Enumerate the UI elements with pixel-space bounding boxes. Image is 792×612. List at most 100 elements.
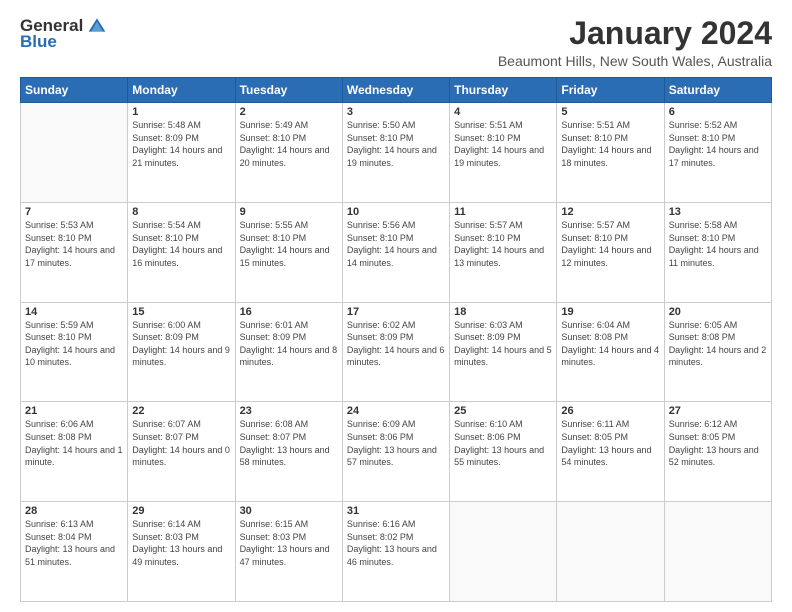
day-info: Sunrise: 5:56 AM Sunset: 8:10 PM Dayligh… <box>347 219 445 269</box>
calendar-cell: 17Sunrise: 6:02 AM Sunset: 8:09 PM Dayli… <box>342 302 449 402</box>
day-number: 8 <box>132 206 230 218</box>
day-header-tuesday: Tuesday <box>235 78 342 103</box>
calendar-cell: 12Sunrise: 5:57 AM Sunset: 8:10 PM Dayli… <box>557 202 664 302</box>
day-number: 7 <box>25 206 123 218</box>
day-number: 30 <box>240 505 338 517</box>
logo-icon <box>87 15 107 35</box>
day-number: 25 <box>454 405 552 417</box>
day-number: 17 <box>347 306 445 318</box>
calendar-cell <box>21 103 128 203</box>
day-number: 11 <box>454 206 552 218</box>
day-number: 18 <box>454 306 552 318</box>
calendar-cell: 15Sunrise: 6:00 AM Sunset: 8:09 PM Dayli… <box>128 302 235 402</box>
day-info: Sunrise: 5:59 AM Sunset: 8:10 PM Dayligh… <box>25 319 123 369</box>
day-number: 16 <box>240 306 338 318</box>
calendar-cell: 2Sunrise: 5:49 AM Sunset: 8:10 PM Daylig… <box>235 103 342 203</box>
calendar-cell: 23Sunrise: 6:08 AM Sunset: 8:07 PM Dayli… <box>235 402 342 502</box>
calendar-cell: 3Sunrise: 5:50 AM Sunset: 8:10 PM Daylig… <box>342 103 449 203</box>
week-row-1: 1Sunrise: 5:48 AM Sunset: 8:09 PM Daylig… <box>21 103 772 203</box>
day-number: 10 <box>347 206 445 218</box>
calendar-cell: 14Sunrise: 5:59 AM Sunset: 8:10 PM Dayli… <box>21 302 128 402</box>
day-number: 20 <box>669 306 767 318</box>
day-info: Sunrise: 6:09 AM Sunset: 8:06 PM Dayligh… <box>347 418 445 468</box>
calendar-cell: 26Sunrise: 6:11 AM Sunset: 8:05 PM Dayli… <box>557 402 664 502</box>
day-number: 21 <box>25 405 123 417</box>
day-info: Sunrise: 5:52 AM Sunset: 8:10 PM Dayligh… <box>669 119 767 169</box>
calendar-cell: 28Sunrise: 6:13 AM Sunset: 8:04 PM Dayli… <box>21 502 128 602</box>
calendar-cell: 1Sunrise: 5:48 AM Sunset: 8:09 PM Daylig… <box>128 103 235 203</box>
day-info: Sunrise: 6:07 AM Sunset: 8:07 PM Dayligh… <box>132 418 230 468</box>
calendar-cell <box>664 502 771 602</box>
calendar-cell: 13Sunrise: 5:58 AM Sunset: 8:10 PM Dayli… <box>664 202 771 302</box>
logo: General Blue <box>20 16 107 52</box>
calendar-cell: 21Sunrise: 6:06 AM Sunset: 8:08 PM Dayli… <box>21 402 128 502</box>
day-info: Sunrise: 6:12 AM Sunset: 8:05 PM Dayligh… <box>669 418 767 468</box>
calendar-cell: 9Sunrise: 5:55 AM Sunset: 8:10 PM Daylig… <box>235 202 342 302</box>
days-header-row: SundayMondayTuesdayWednesdayThursdayFrid… <box>21 78 772 103</box>
week-row-2: 7Sunrise: 5:53 AM Sunset: 8:10 PM Daylig… <box>21 202 772 302</box>
week-row-4: 21Sunrise: 6:06 AM Sunset: 8:08 PM Dayli… <box>21 402 772 502</box>
calendar-cell <box>557 502 664 602</box>
calendar-cell: 25Sunrise: 6:10 AM Sunset: 8:06 PM Dayli… <box>450 402 557 502</box>
day-info: Sunrise: 6:11 AM Sunset: 8:05 PM Dayligh… <box>561 418 659 468</box>
day-info: Sunrise: 6:01 AM Sunset: 8:09 PM Dayligh… <box>240 319 338 369</box>
day-number: 24 <box>347 405 445 417</box>
day-number: 27 <box>669 405 767 417</box>
day-number: 1 <box>132 106 230 118</box>
calendar-cell: 7Sunrise: 5:53 AM Sunset: 8:10 PM Daylig… <box>21 202 128 302</box>
calendar-cell: 11Sunrise: 5:57 AM Sunset: 8:10 PM Dayli… <box>450 202 557 302</box>
calendar-cell: 8Sunrise: 5:54 AM Sunset: 8:10 PM Daylig… <box>128 202 235 302</box>
calendar-cell: 19Sunrise: 6:04 AM Sunset: 8:08 PM Dayli… <box>557 302 664 402</box>
day-info: Sunrise: 5:53 AM Sunset: 8:10 PM Dayligh… <box>25 219 123 269</box>
day-number: 2 <box>240 106 338 118</box>
day-number: 28 <box>25 505 123 517</box>
calendar-cell <box>450 502 557 602</box>
day-info: Sunrise: 6:15 AM Sunset: 8:03 PM Dayligh… <box>240 518 338 568</box>
header: General Blue January 2024 Beaumont Hills… <box>20 16 772 69</box>
day-number: 23 <box>240 405 338 417</box>
calendar-cell: 29Sunrise: 6:14 AM Sunset: 8:03 PM Dayli… <box>128 502 235 602</box>
day-info: Sunrise: 5:58 AM Sunset: 8:10 PM Dayligh… <box>669 219 767 269</box>
day-info: Sunrise: 6:05 AM Sunset: 8:08 PM Dayligh… <box>669 319 767 369</box>
calendar-cell: 27Sunrise: 6:12 AM Sunset: 8:05 PM Dayli… <box>664 402 771 502</box>
calendar-cell: 4Sunrise: 5:51 AM Sunset: 8:10 PM Daylig… <box>450 103 557 203</box>
day-info: Sunrise: 5:48 AM Sunset: 8:09 PM Dayligh… <box>132 119 230 169</box>
calendar-cell: 18Sunrise: 6:03 AM Sunset: 8:09 PM Dayli… <box>450 302 557 402</box>
day-info: Sunrise: 6:06 AM Sunset: 8:08 PM Dayligh… <box>25 418 123 468</box>
day-number: 15 <box>132 306 230 318</box>
day-info: Sunrise: 5:57 AM Sunset: 8:10 PM Dayligh… <box>454 219 552 269</box>
day-info: Sunrise: 6:03 AM Sunset: 8:09 PM Dayligh… <box>454 319 552 369</box>
day-header-wednesday: Wednesday <box>342 78 449 103</box>
day-header-thursday: Thursday <box>450 78 557 103</box>
page: General Blue January 2024 Beaumont Hills… <box>0 0 792 612</box>
location-title: Beaumont Hills, New South Wales, Austral… <box>498 53 772 69</box>
day-info: Sunrise: 6:00 AM Sunset: 8:09 PM Dayligh… <box>132 319 230 369</box>
day-number: 14 <box>25 306 123 318</box>
day-info: Sunrise: 5:55 AM Sunset: 8:10 PM Dayligh… <box>240 219 338 269</box>
day-number: 19 <box>561 306 659 318</box>
day-header-monday: Monday <box>128 78 235 103</box>
day-number: 6 <box>669 106 767 118</box>
day-info: Sunrise: 5:50 AM Sunset: 8:10 PM Dayligh… <box>347 119 445 169</box>
day-number: 26 <box>561 405 659 417</box>
week-row-5: 28Sunrise: 6:13 AM Sunset: 8:04 PM Dayli… <box>21 502 772 602</box>
calendar: SundayMondayTuesdayWednesdayThursdayFrid… <box>20 77 772 602</box>
calendar-cell: 30Sunrise: 6:15 AM Sunset: 8:03 PM Dayli… <box>235 502 342 602</box>
day-info: Sunrise: 5:51 AM Sunset: 8:10 PM Dayligh… <box>454 119 552 169</box>
day-number: 9 <box>240 206 338 218</box>
month-title: January 2024 <box>498 16 772 51</box>
calendar-cell: 31Sunrise: 6:16 AM Sunset: 8:02 PM Dayli… <box>342 502 449 602</box>
calendar-cell: 24Sunrise: 6:09 AM Sunset: 8:06 PM Dayli… <box>342 402 449 502</box>
calendar-cell: 10Sunrise: 5:56 AM Sunset: 8:10 PM Dayli… <box>342 202 449 302</box>
day-number: 13 <box>669 206 767 218</box>
day-number: 4 <box>454 106 552 118</box>
day-info: Sunrise: 6:16 AM Sunset: 8:02 PM Dayligh… <box>347 518 445 568</box>
day-number: 5 <box>561 106 659 118</box>
calendar-table: SundayMondayTuesdayWednesdayThursdayFrid… <box>20 77 772 602</box>
day-info: Sunrise: 6:02 AM Sunset: 8:09 PM Dayligh… <box>347 319 445 369</box>
day-info: Sunrise: 5:54 AM Sunset: 8:10 PM Dayligh… <box>132 219 230 269</box>
calendar-cell: 16Sunrise: 6:01 AM Sunset: 8:09 PM Dayli… <box>235 302 342 402</box>
title-area: January 2024 Beaumont Hills, New South W… <box>498 16 772 69</box>
day-header-sunday: Sunday <box>21 78 128 103</box>
day-number: 12 <box>561 206 659 218</box>
